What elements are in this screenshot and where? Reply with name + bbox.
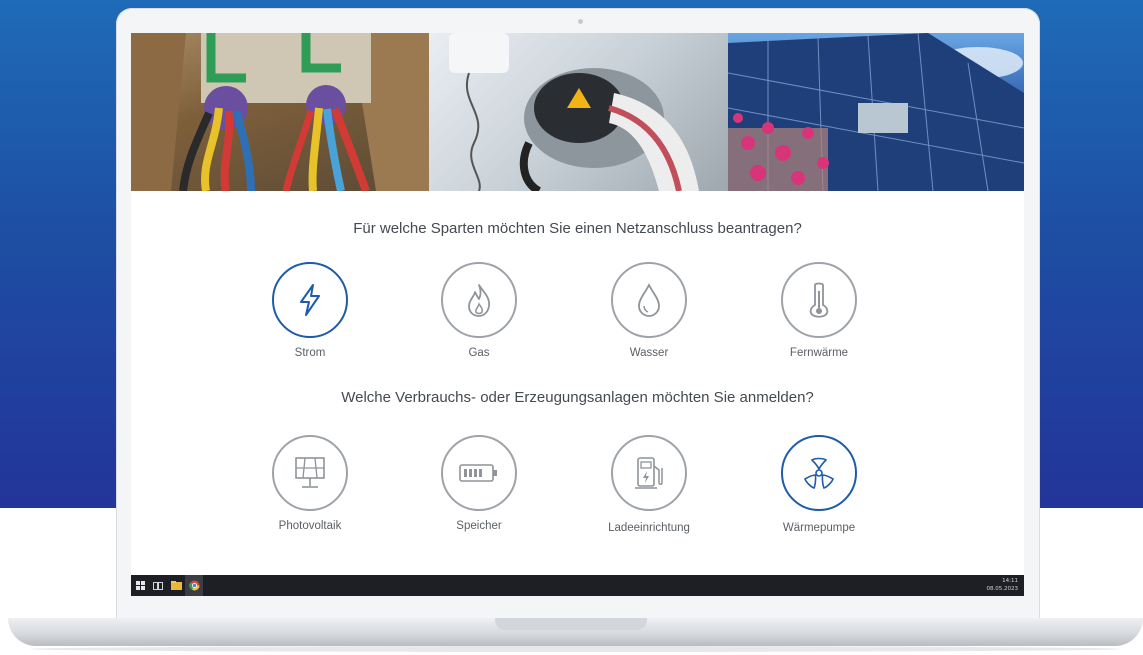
flame-icon xyxy=(468,284,490,317)
lightning-icon xyxy=(300,284,320,316)
ev-charging-photo xyxy=(429,33,728,191)
laptop-notch xyxy=(495,618,647,630)
option-wasser[interactable]: Wasser xyxy=(589,262,709,359)
option-wasser-label: Wasser xyxy=(629,347,669,359)
option-speicher[interactable]: Speicher xyxy=(419,435,539,532)
thermometer-icon xyxy=(809,282,829,318)
file-explorer-icon[interactable] xyxy=(167,575,185,596)
option-waermepumpe-label: Wärmepumpe xyxy=(782,522,856,534)
question-anlagen: Welche Verbrauchs- oder Erzeugungsanlage… xyxy=(341,389,814,406)
option-ladeeinrichtung-label: Ladeeinrichtung xyxy=(608,522,690,534)
option-ladeeinrichtung-circle[interactable] xyxy=(611,435,687,511)
taskbar-clock[interactable]: 14:11 08.05.2023 xyxy=(987,577,1019,593)
question-sparten: Für welche Sparten möchten Sie einen Net… xyxy=(353,220,802,237)
charging-station-icon xyxy=(635,457,663,489)
taskbar: 14:11 08.05.2023 xyxy=(131,575,1024,596)
option-waermepumpe[interactable]: Wärmepumpe xyxy=(759,435,879,534)
windows-start-icon[interactable] xyxy=(131,575,149,596)
option-fernwaerme[interactable]: Fernwärme xyxy=(759,262,879,359)
solar-panel-icon xyxy=(295,457,325,488)
battery-icon xyxy=(459,464,497,482)
option-photovoltaik[interactable]: Photovoltaik xyxy=(250,435,370,532)
option-photovoltaik-circle[interactable] xyxy=(272,435,348,511)
option-strom-label: Strom xyxy=(294,347,326,359)
option-ladeeinrichtung[interactable]: Ladeeinrichtung xyxy=(589,435,709,534)
option-strom-circle[interactable] xyxy=(272,262,348,338)
laptop-shadow xyxy=(30,646,1120,652)
camera xyxy=(578,19,583,24)
option-gas[interactable]: Gas xyxy=(419,262,539,359)
taskbar-time: 14:11 xyxy=(1002,578,1018,584)
option-strom[interactable]: Strom xyxy=(250,262,370,359)
option-fernwaerme-circle[interactable] xyxy=(781,262,857,338)
option-speicher-circle[interactable] xyxy=(441,435,517,511)
hero-banner xyxy=(131,33,1024,191)
heat-pump-fan-icon xyxy=(804,457,834,489)
water-drop-icon xyxy=(638,282,660,317)
option-gas-circle[interactable] xyxy=(441,262,517,338)
solar-roof-photo xyxy=(728,33,1024,191)
chrome-icon[interactable] xyxy=(185,575,203,596)
laptop-screen: Für welche Sparten möchten Sie einen Net… xyxy=(131,33,1024,596)
option-waermepumpe-circle[interactable] xyxy=(781,435,857,511)
option-speicher-label: Speicher xyxy=(456,520,502,532)
option-wasser-circle[interactable] xyxy=(611,262,687,338)
option-fernwaerme-label: Fernwärme xyxy=(789,347,849,359)
taskbar-date: 08.05.2023 xyxy=(986,586,1019,592)
task-view-icon[interactable] xyxy=(149,575,167,596)
cable-trench-photo xyxy=(131,33,429,191)
option-gas-label: Gas xyxy=(468,347,490,359)
option-photovoltaik-label: Photovoltaik xyxy=(278,520,342,532)
